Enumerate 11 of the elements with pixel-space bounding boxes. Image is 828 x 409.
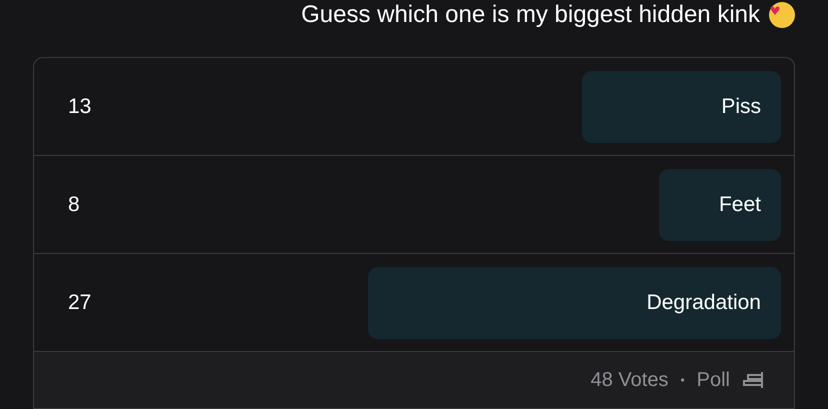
poll-option-bar[interactable]: Feet	[658, 168, 781, 240]
poll-option-bar[interactable]: Piss	[582, 70, 781, 142]
vote-count: 27	[68, 290, 92, 316]
poll-option-bar[interactable]: Degradation	[368, 266, 781, 338]
poll-type: Poll	[696, 368, 730, 393]
separator-dot: •	[680, 372, 685, 389]
poll-icon	[742, 370, 764, 390]
vote-count: 13	[68, 94, 92, 120]
post-title: Guess which one is my biggest hidden kink	[301, 1, 760, 29]
poll-votes: 48 Votes	[590, 368, 668, 393]
vote-count: 8	[68, 192, 80, 218]
